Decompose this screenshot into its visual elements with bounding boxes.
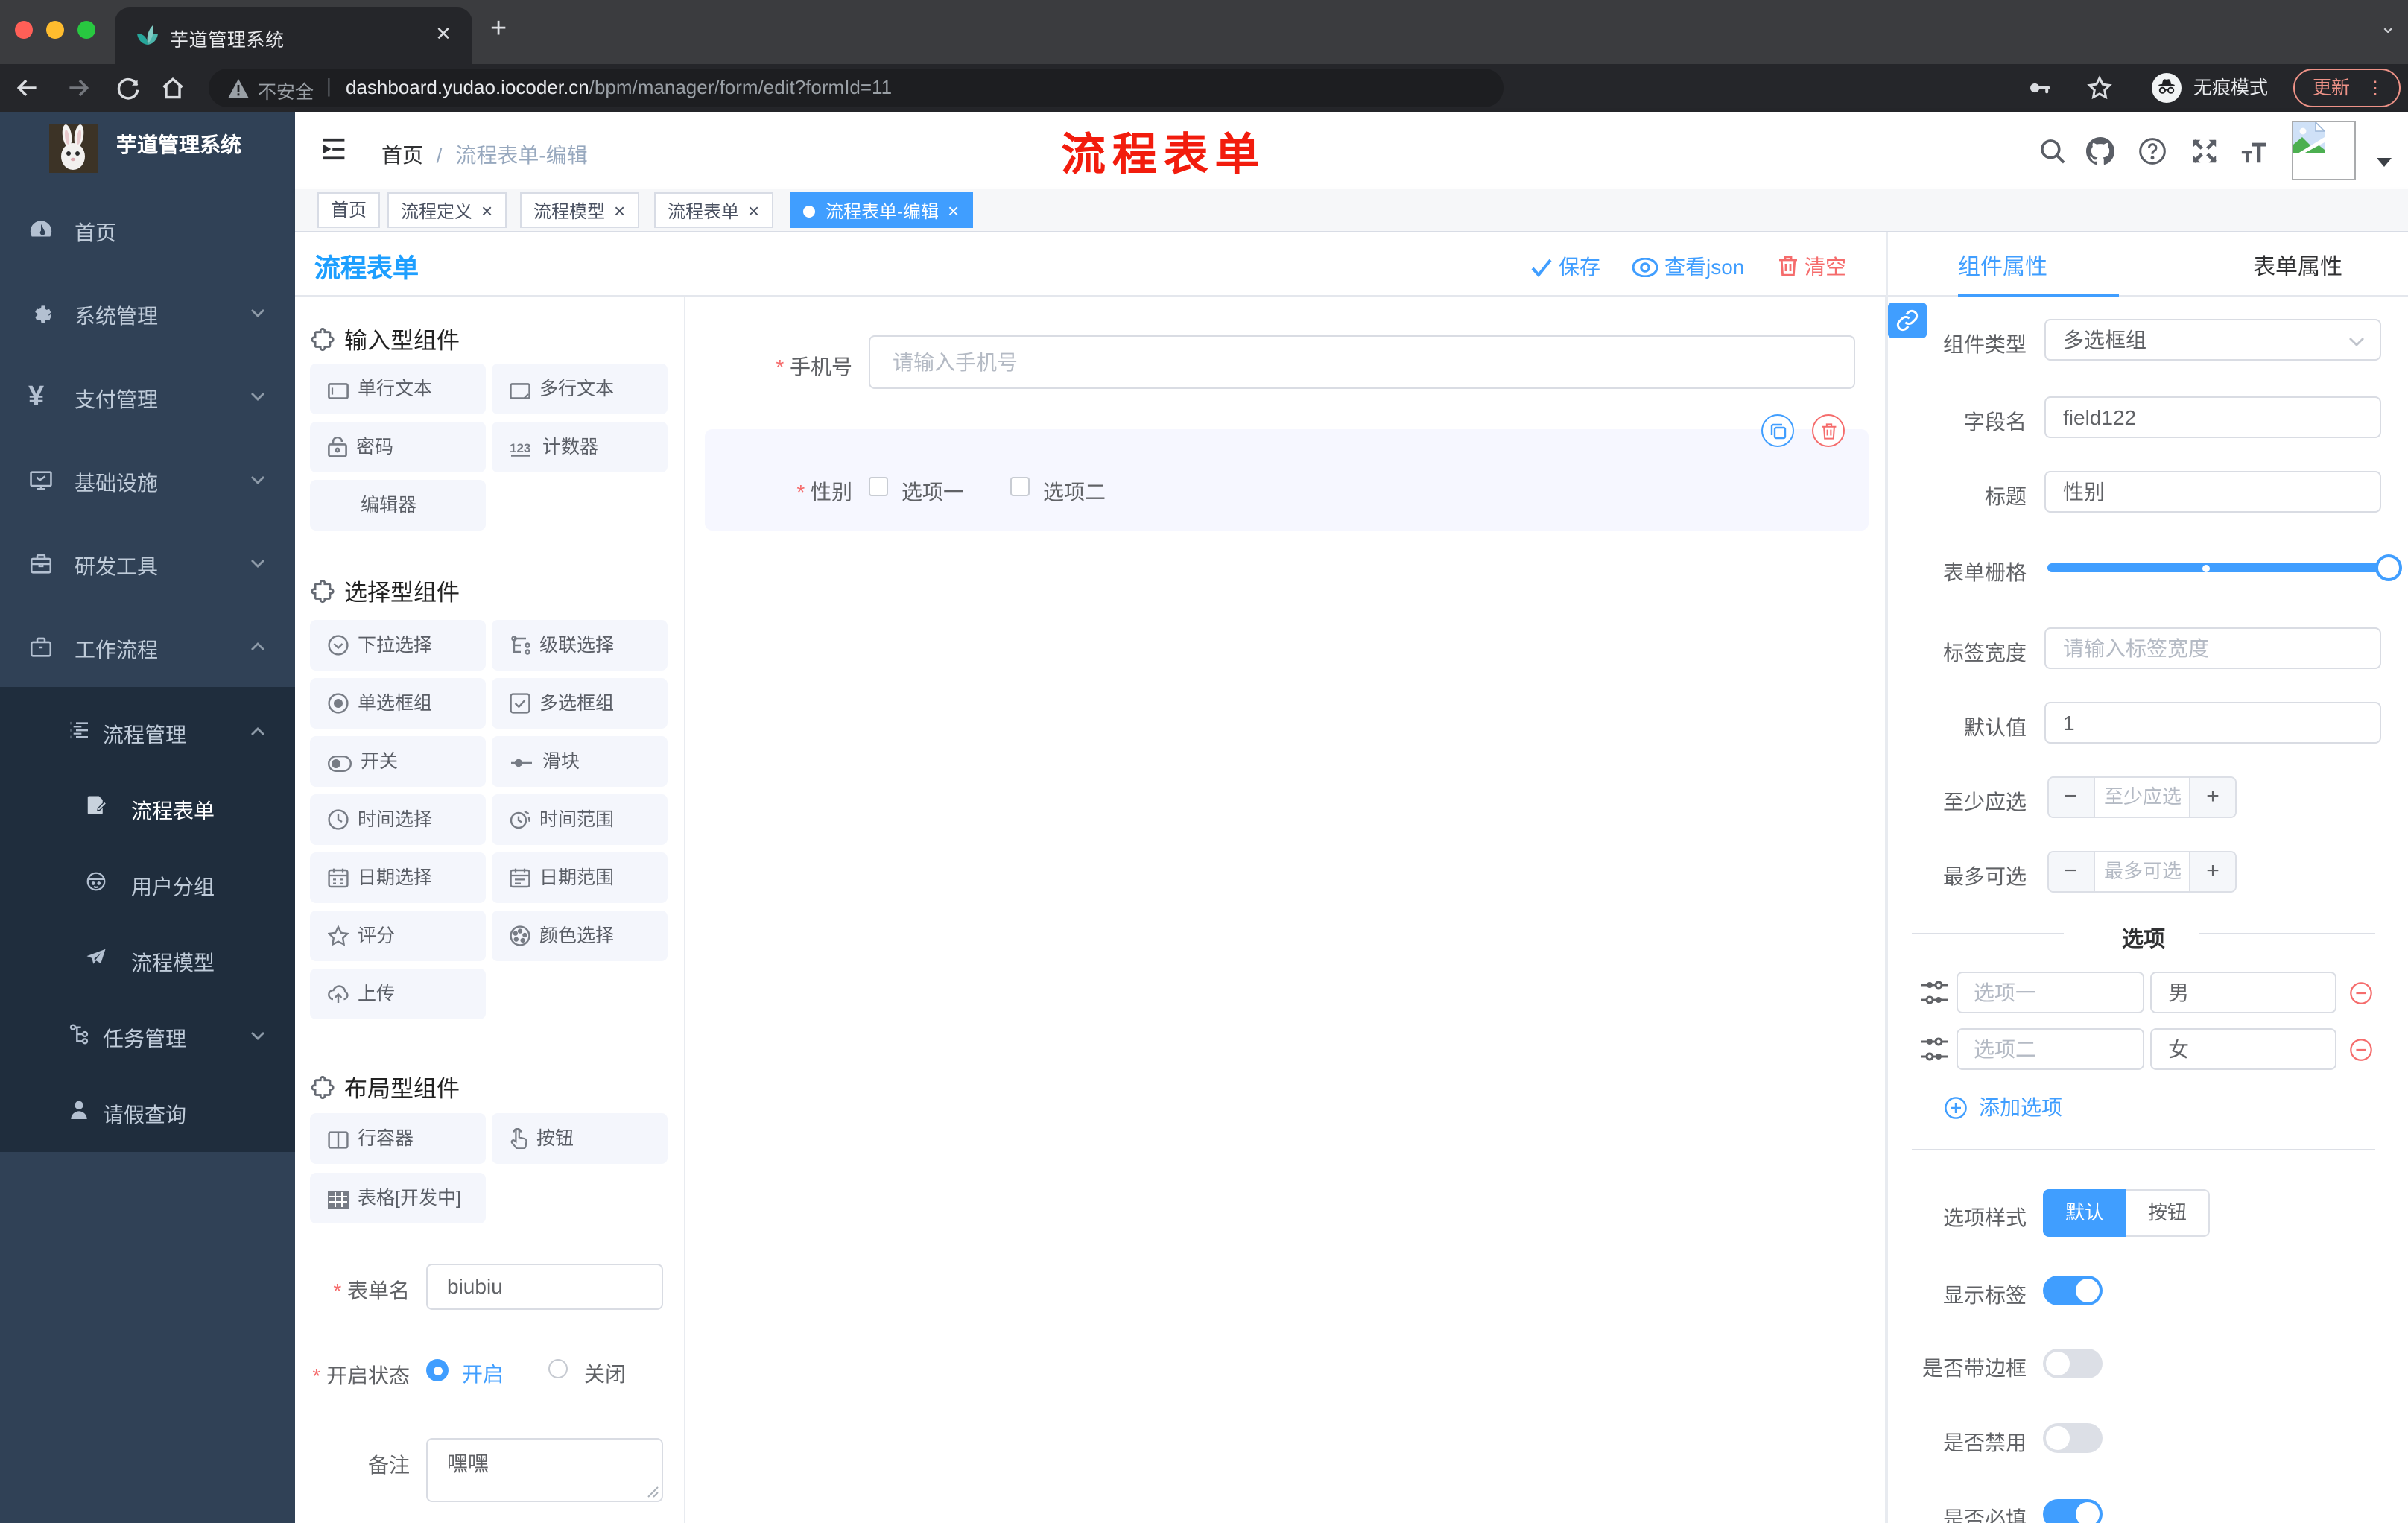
svg-text:123: 123 xyxy=(510,441,530,455)
